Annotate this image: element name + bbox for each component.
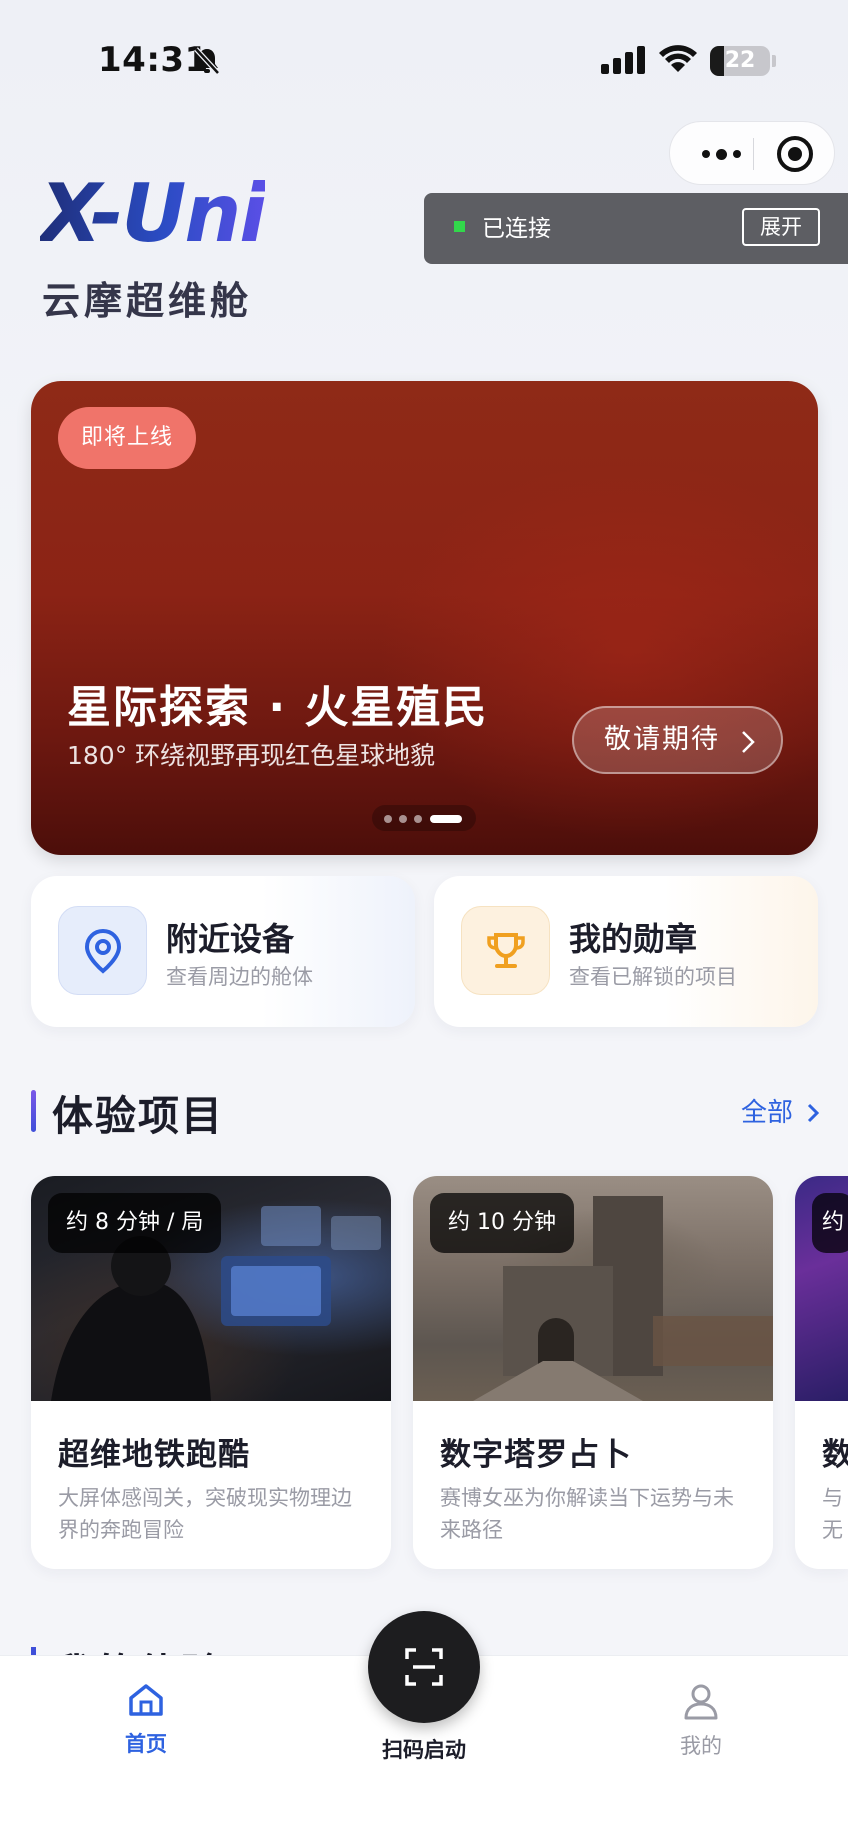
- view-all-link[interactable]: 全部: [741, 1092, 820, 1129]
- trophy-icon: [461, 906, 550, 995]
- scan-icon: [405, 1648, 443, 1686]
- bell-muted-icon: [194, 47, 220, 75]
- experience-card[interactable]: 约 10 分钟 数字塔罗占卜 赛博女巫为你解读当下运势与未来路径: [413, 1176, 773, 1569]
- my-badges-desc: 查看已解锁的项目: [569, 965, 737, 989]
- chevron-right-icon: [808, 1103, 820, 1123]
- brand-logo: X-Uni: [40, 167, 267, 260]
- my-badges-title: 我的勋章: [569, 920, 698, 958]
- experience-desc: 赛博女巫为你解读当下运势与未来路径: [440, 1486, 734, 1542]
- scan-button[interactable]: [368, 1611, 480, 1723]
- stay-tuned-button[interactable]: 敬请期待: [572, 706, 783, 774]
- tab-me[interactable]: 我的: [621, 1682, 781, 1760]
- more-icon[interactable]: [690, 122, 752, 186]
- experience-desc: 与无: [822, 1486, 843, 1542]
- battery-level: 22: [724, 48, 756, 73]
- experience-desc: 大屏体感闯关，突破现实物理边界的奔跑冒险: [58, 1486, 352, 1542]
- nearby-devices-title: 附近设备: [166, 920, 295, 958]
- status-bar: 14:31 22: [0, 0, 848, 120]
- stay-tuned-label: 敬请期待: [604, 724, 720, 755]
- connection-status: 已连接: [482, 216, 551, 242]
- cellular-signal-icon: [601, 46, 645, 74]
- battery-icon: 22: [710, 46, 770, 76]
- scan-label: 扫码启动: [382, 1738, 466, 1762]
- my-badges-card[interactable]: 我的勋章 查看已解锁的项目: [434, 876, 818, 1027]
- brand-subtitle: 云摩超维舱: [42, 279, 253, 323]
- duration-tag: 约: [812, 1193, 848, 1253]
- hero-banner[interactable]: 即将上线 星际探索 · 火星殖民 180° 环绕视野再现红色星球地貌 敬请期待: [31, 381, 818, 855]
- tab-home[interactable]: 首页: [66, 1682, 226, 1758]
- experience-card[interactable]: 约 数 与无: [795, 1176, 848, 1569]
- experience-card[interactable]: 约 8 分钟 / 局 超维地铁跑酷 大屏体感闯关，突破现实物理边界的奔跑冒险: [31, 1176, 391, 1569]
- tab-home-label: 首页: [125, 1732, 167, 1756]
- close-target-icon[interactable]: [777, 136, 813, 172]
- banner-description: 180° 环绕视野再现红色星球地貌: [67, 741, 436, 770]
- banner-title: 星际探索 · 火星殖民: [67, 682, 489, 733]
- chevron-right-icon: [742, 731, 755, 753]
- section-title-experiences: 体验项目: [52, 1092, 224, 1140]
- coming-soon-badge: 即将上线: [58, 407, 196, 469]
- experience-title: 超维地铁跑酷: [58, 1437, 250, 1473]
- carousel-indicator[interactable]: [372, 805, 476, 831]
- user-icon: [684, 1684, 718, 1720]
- mini-program-capsule: [669, 121, 835, 185]
- nearby-devices-card[interactable]: 附近设备 查看周边的舱体: [31, 876, 415, 1027]
- wifi-icon: [659, 45, 697, 72]
- experience-title: 数字塔罗占卜: [440, 1437, 632, 1473]
- section-accent-bar: [31, 1090, 36, 1132]
- home-icon: [129, 1684, 163, 1716]
- view-all-label: 全部: [741, 1098, 794, 1128]
- duration-tag: 约 10 分钟: [430, 1193, 574, 1253]
- experience-title: 数: [822, 1437, 848, 1473]
- tab-me-label: 我的: [680, 1734, 722, 1758]
- nearby-devices-desc: 查看周边的舱体: [166, 965, 313, 989]
- connection-status-bar: 已连接 展开: [424, 193, 848, 264]
- location-pin-icon: [58, 906, 147, 995]
- expand-button[interactable]: 展开: [742, 208, 820, 246]
- connection-indicator-icon: [454, 221, 465, 232]
- duration-tag: 约 8 分钟 / 局: [48, 1193, 222, 1253]
